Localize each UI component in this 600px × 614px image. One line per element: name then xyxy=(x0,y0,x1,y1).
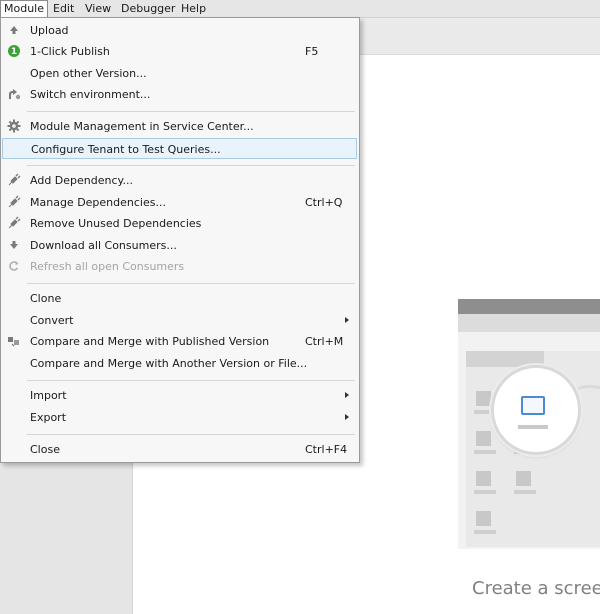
publish-badge-text: 1 xyxy=(11,47,17,57)
menu-item-switch-environment[interactable]: Switch environment... xyxy=(2,84,357,105)
screen-icon xyxy=(521,396,545,415)
menu-item-label: Upload xyxy=(30,24,69,37)
magnifier-line xyxy=(518,425,548,429)
menu-item-label: 1-Click Publish xyxy=(30,45,110,58)
illustration-tile xyxy=(476,511,491,526)
menu-item-label: Export xyxy=(30,411,67,424)
menu-item-clone[interactable]: Clone xyxy=(2,288,357,309)
menu-item-convert[interactable]: Convert xyxy=(2,310,357,331)
menu-item-open-other-version[interactable]: Open other Version... xyxy=(2,63,357,84)
illustration-tile xyxy=(476,471,491,486)
menu-item-module-management[interactable]: Module Management in Service Center... xyxy=(2,116,357,137)
menu-item-label: Configure Tenant to Test Queries... xyxy=(31,143,221,156)
menu-item-compare-merge-another[interactable]: Compare and Merge with Another Version o… xyxy=(2,353,357,374)
menu-item-add-dependency[interactable]: Add Dependency... xyxy=(2,170,357,191)
shortcut-label: Ctrl+F4 xyxy=(305,443,348,456)
menu-module[interactable]: Module xyxy=(0,0,48,17)
illustration-toolbar xyxy=(458,314,600,332)
menu-bar: Module Edit View Debugger Help xyxy=(0,0,600,18)
illustration-tile xyxy=(476,391,491,406)
illustration-line xyxy=(514,490,536,494)
illustration-line xyxy=(474,490,496,494)
menu-item-remove-unused-dependencies[interactable]: Remove Unused Dependencies xyxy=(2,213,357,234)
menu-item-label: Remove Unused Dependencies xyxy=(30,217,202,230)
menu-view[interactable]: View xyxy=(81,0,115,17)
switch-environment-icon xyxy=(7,87,21,101)
menu-separator xyxy=(27,434,355,435)
submenu-arrow-icon xyxy=(345,317,349,323)
menu-item-download-all-consumers[interactable]: Download all Consumers... xyxy=(2,235,357,256)
compare-merge-icon xyxy=(7,334,21,348)
submenu-arrow-icon xyxy=(345,392,349,398)
illustration-tile xyxy=(516,471,531,486)
publish-icon: 1 xyxy=(7,44,21,58)
menu-item-label: Download all Consumers... xyxy=(30,239,177,252)
menu-item-label: Manage Dependencies... xyxy=(30,196,166,209)
submenu-arrow-icon xyxy=(345,414,349,420)
menu-item-import[interactable]: Import xyxy=(2,385,357,406)
menu-separator xyxy=(27,380,355,381)
menu-item-close[interactable]: Close Ctrl+F4 xyxy=(2,439,357,460)
module-menu-dropdown: Upload 1 1-Click Publish F5 Open other V… xyxy=(0,17,360,463)
menu-item-label: Switch environment... xyxy=(30,88,151,101)
menu-item-label: Clone xyxy=(30,292,62,305)
menu-item-label: Convert xyxy=(30,314,74,327)
menu-item-label: Add Dependency... xyxy=(30,174,133,187)
menu-item-label: Compare and Merge with Published Version xyxy=(30,335,270,348)
menu-item-label: Import xyxy=(30,389,67,402)
menu-item-label: Open other Version... xyxy=(30,67,147,80)
menu-debugger[interactable]: Debugger xyxy=(117,0,179,17)
download-icon xyxy=(7,238,21,252)
menu-item-label: Module Management in Service Center... xyxy=(30,120,254,133)
plug-icon xyxy=(7,173,21,187)
menu-item-1-click-publish[interactable]: 1 1-Click Publish F5 xyxy=(2,41,357,62)
upload-icon xyxy=(7,23,21,37)
refresh-icon xyxy=(7,259,21,273)
menu-separator xyxy=(27,283,355,284)
menu-separator xyxy=(27,111,355,112)
menu-edit[interactable]: Edit xyxy=(49,0,78,17)
menu-item-export[interactable]: Export xyxy=(2,407,357,428)
illustration-tile xyxy=(476,431,491,446)
illustration-line xyxy=(474,530,496,534)
menu-item-configure-tenant[interactable]: Configure Tenant to Test Queries... xyxy=(2,138,357,159)
gear-icon xyxy=(7,119,21,133)
shortcut-label: Ctrl+M xyxy=(305,335,344,348)
menu-item-refresh-all-open-consumers: Refresh all open Consumers xyxy=(2,256,357,277)
illustration-line xyxy=(474,450,496,454)
menu-help[interactable]: Help xyxy=(177,0,210,17)
menu-item-label: Refresh all open Consumers xyxy=(30,260,185,273)
menu-separator xyxy=(27,165,355,166)
menu-item-label: Compare and Merge with Another Version o… xyxy=(30,357,308,370)
create-screen-text[interactable]: Create a screen xyxy=(472,578,600,599)
plug-icon xyxy=(7,195,21,209)
menu-item-manage-dependencies[interactable]: Manage Dependencies... Ctrl+Q xyxy=(2,192,357,213)
menu-item-label: Close xyxy=(30,443,60,456)
illustration-titlebar xyxy=(458,299,600,314)
shortcut-label: Ctrl+Q xyxy=(305,196,343,209)
menu-item-upload[interactable]: Upload xyxy=(2,20,357,41)
menu-item-compare-merge-published[interactable]: Compare and Merge with Published Version… xyxy=(2,331,357,352)
plug-icon xyxy=(7,216,21,230)
shortcut-label: F5 xyxy=(305,45,319,58)
